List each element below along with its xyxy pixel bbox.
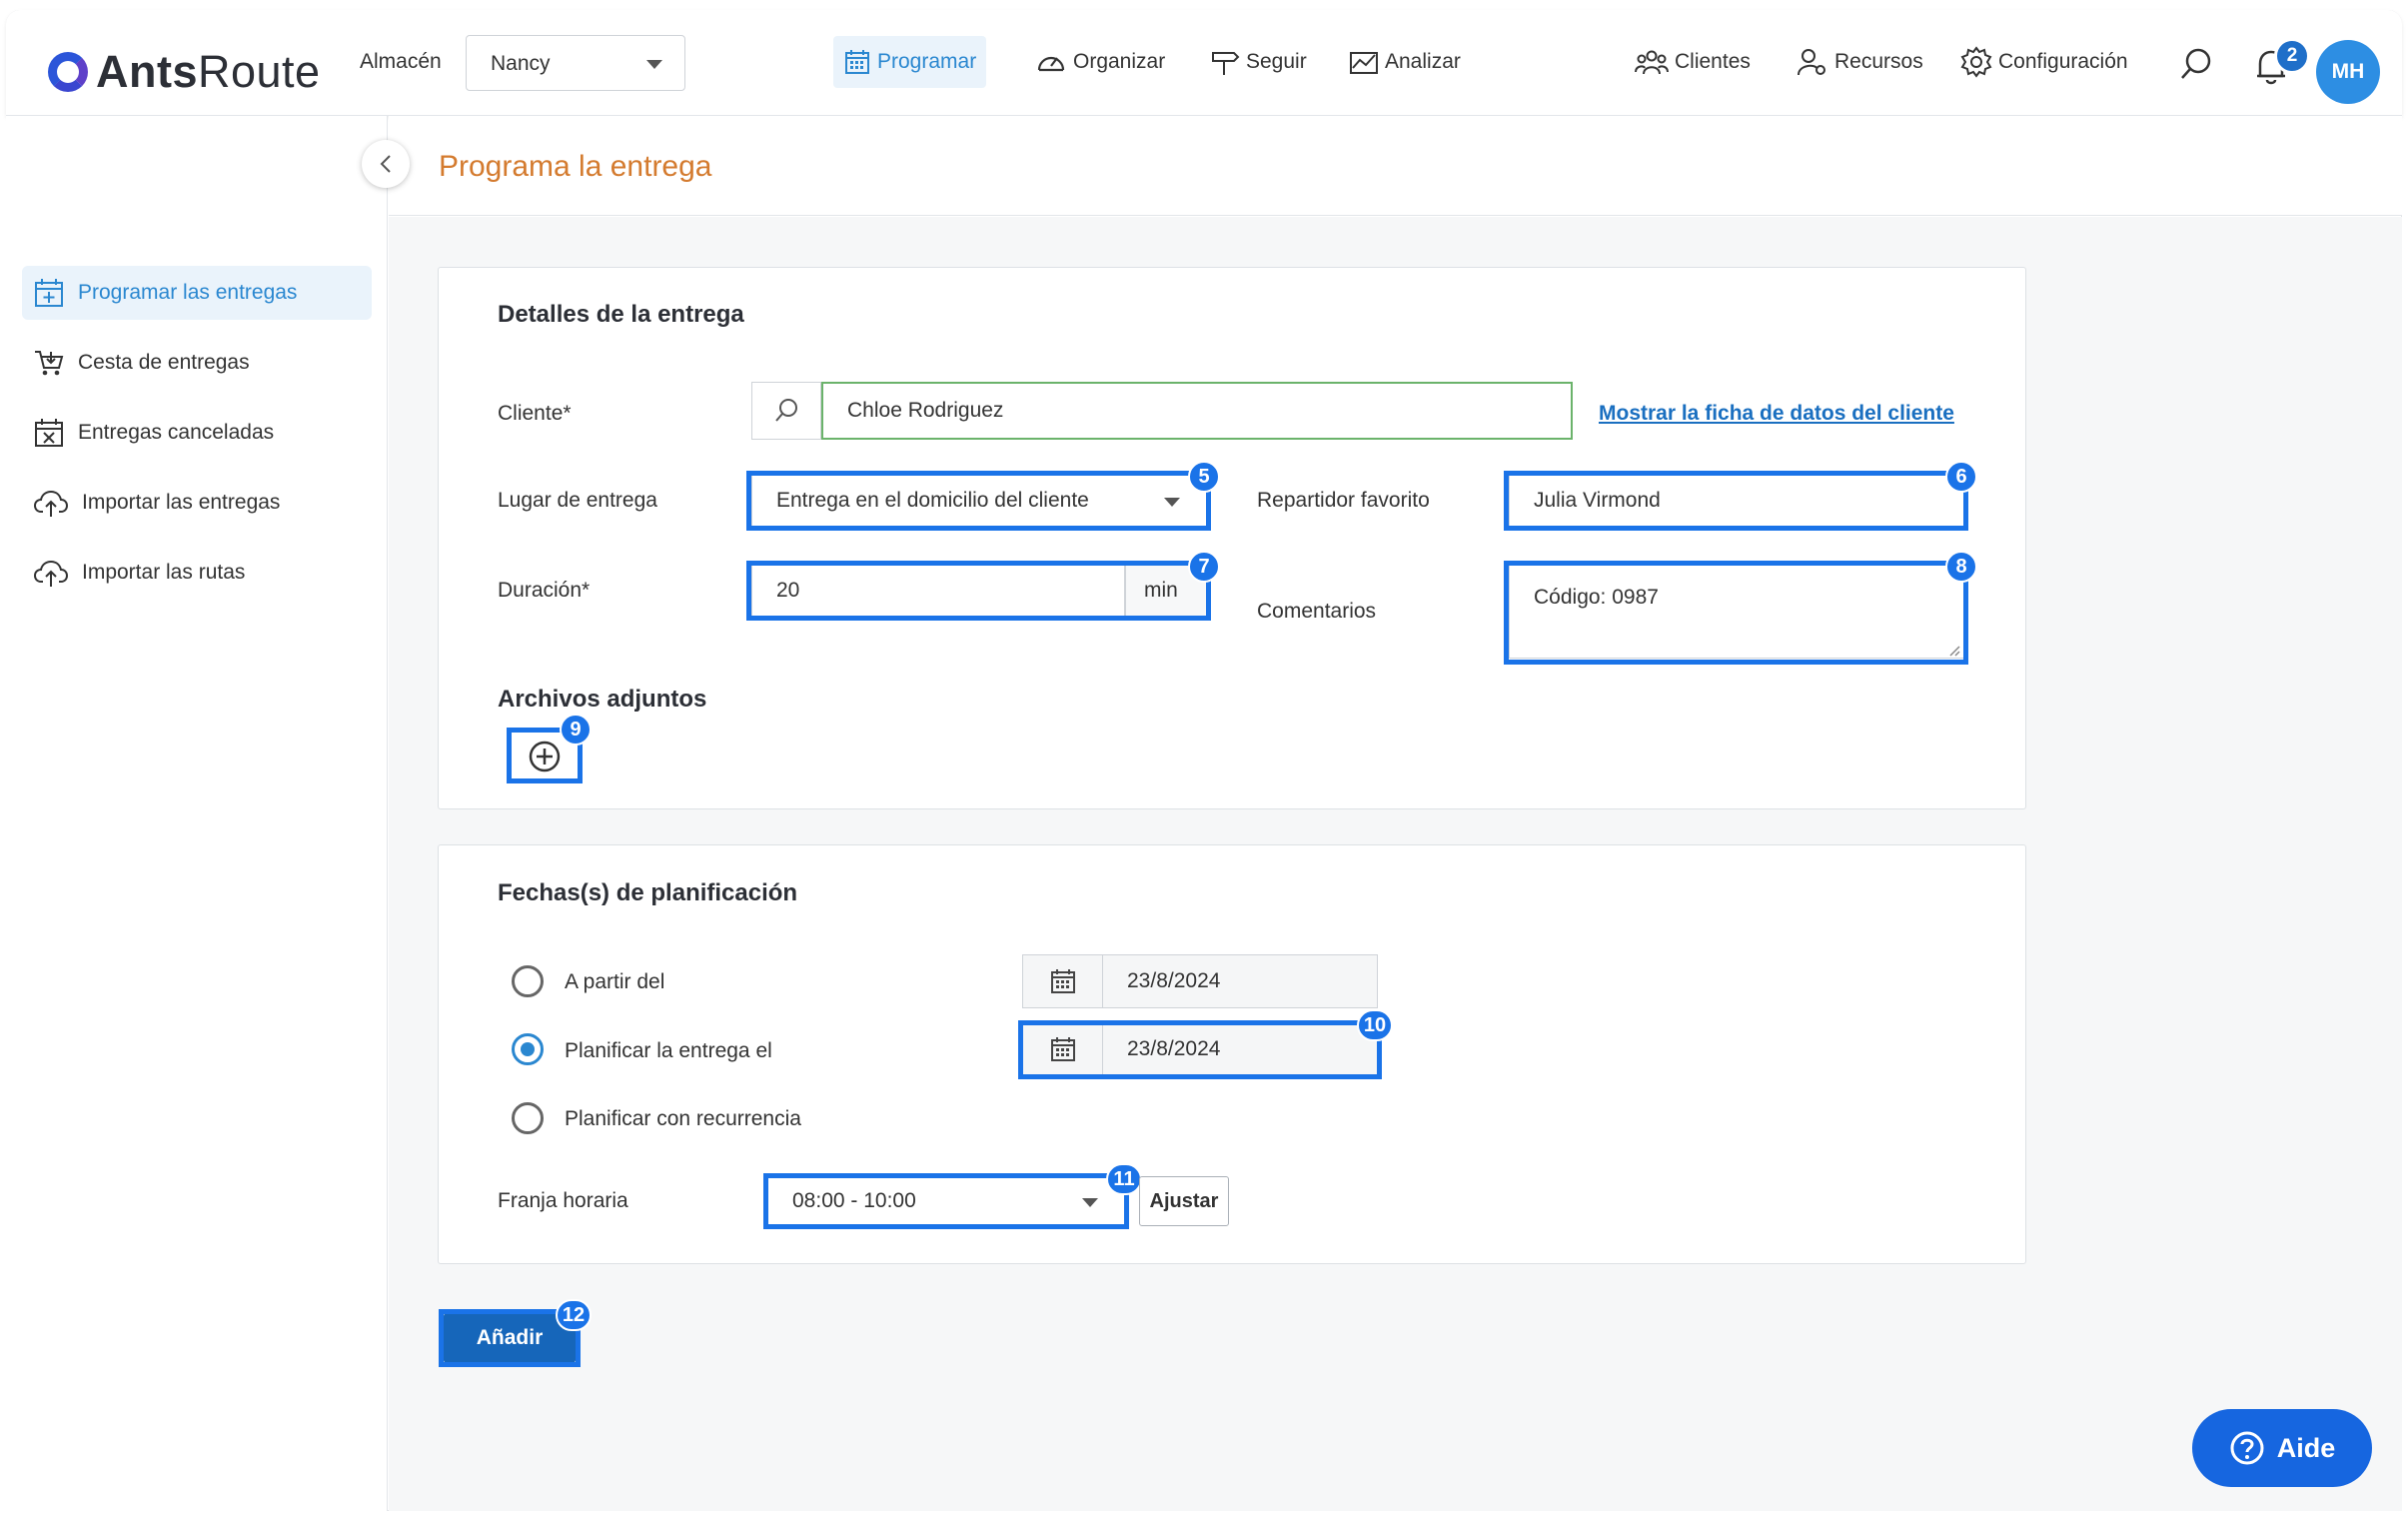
sidebar-item-label: Importar las entregas: [82, 491, 281, 514]
planning-dates-title: Fechas(s) de planificación: [498, 879, 798, 906]
nav-clientes-label: Clientes: [1675, 50, 1751, 73]
badge-7: 7: [1188, 551, 1220, 583]
adjust-button[interactable]: Ajustar: [1139, 1176, 1229, 1226]
delivery-details-card: [438, 267, 2026, 809]
badge-6: 6: [1945, 461, 1977, 493]
badge-12: 12: [556, 1299, 592, 1331]
search-icon: [775, 399, 797, 422]
sidebar-item-label: Entregas canceladas: [78, 421, 275, 444]
sidebar-item-label: Importar las rutas: [82, 561, 246, 584]
sidebar-item-importar-entregas[interactable]: Importar las entregas: [22, 476, 372, 530]
cloud-upload-icon: [34, 490, 68, 517]
sidebar-item-importar-rutas[interactable]: Importar las rutas: [22, 546, 372, 600]
nav-seguir[interactable]: Seguir: [1200, 36, 1317, 88]
content-header: Programa la entrega: [389, 116, 2402, 216]
search-button[interactable]: [2178, 46, 2214, 87]
sidebar-item-cesta-entregas[interactable]: Cesta de entregas: [22, 336, 372, 390]
logo-text: AntsRoute: [96, 46, 321, 97]
chevron-down-icon: [646, 60, 662, 69]
nav-configuracion-label: Configuración: [1998, 50, 2128, 73]
help-button[interactable]: Aide: [2192, 1409, 2372, 1487]
client-sheet-link[interactable]: Mostrar la ficha de datos del cliente: [1599, 402, 1954, 426]
nav-organizar-label: Organizar: [1073, 50, 1166, 73]
client-input[interactable]: Chloe Rodriguez: [821, 382, 1573, 440]
badge-10: 10: [1357, 1009, 1393, 1041]
highlight-10: [1018, 1020, 1382, 1079]
start-date-value: 23/8/2024: [1127, 969, 1221, 992]
page-title: Programa la entrega: [439, 150, 712, 183]
badge-11: 11: [1106, 1163, 1142, 1195]
delivery-place-label: Lugar de entrega: [498, 489, 657, 512]
nav-programar[interactable]: Programar: [833, 36, 987, 88]
duration-label: Duración*: [498, 579, 591, 602]
user-gear-icon: [1798, 49, 1825, 76]
nav-recursos-label: Recursos: [1834, 50, 1923, 73]
highlight-7: [746, 561, 1211, 621]
gear-icon: [1960, 46, 1992, 78]
option-planificar-entrega-label: Planificar la entrega el: [565, 1039, 772, 1062]
nav-configuracion[interactable]: Configuración: [1950, 36, 2138, 88]
nav-organizar[interactable]: Organizar: [1025, 36, 1175, 88]
nav-recursos[interactable]: Recursos: [1787, 36, 1933, 88]
nav-clientes[interactable]: Clientes: [1625, 36, 1761, 88]
notification-count-badge: 2: [2274, 38, 2310, 74]
highlight-8: [1504, 561, 1968, 665]
calendar-icon: [1050, 969, 1075, 993]
sidebar-item-programar-entregas[interactable]: Programar las entregas: [22, 266, 372, 320]
collapse-sidebar-button[interactable]: [362, 140, 410, 188]
cloud-upload-icon: [34, 560, 68, 587]
attachments-title: Archivos adjuntos: [498, 686, 707, 713]
badge-9: 9: [560, 714, 592, 746]
nav-programar-label: Programar: [877, 50, 977, 73]
nav-seguir-label: Seguir: [1246, 50, 1307, 73]
radio-planificar-recurrencia[interactable]: [512, 1102, 544, 1134]
warehouse-select[interactable]: Nancy: [466, 35, 685, 91]
logo-icon: [48, 52, 88, 92]
nav-analizar-label: Analizar: [1385, 50, 1461, 73]
option-a-partir-del-label: A partir del: [565, 970, 665, 993]
sidebar-item-entregas-canceladas[interactable]: Entregas canceladas: [22, 406, 372, 460]
sidebar-item-label: Programar las entregas: [78, 281, 298, 304]
client-label: Cliente*: [498, 402, 572, 425]
client-search-button[interactable]: [751, 382, 821, 440]
delivery-details-title: Detalles de la entrega: [498, 301, 744, 328]
comments-label: Comentarios: [1257, 600, 1377, 623]
calendar-x-icon: [35, 419, 63, 447]
warehouse-label: Almacén: [360, 50, 442, 73]
warehouse-value: Nancy: [491, 52, 551, 75]
radio-a-partir-del[interactable]: [512, 965, 544, 997]
chart-line-icon: [1350, 52, 1378, 74]
sidebar-item-label: Cesta de entregas: [78, 351, 250, 374]
cart-icon: [35, 351, 64, 376]
highlight-6: [1504, 471, 1968, 531]
search-icon: [2181, 48, 2211, 79]
option-recurrencia-label: Planificar con recurrencia: [565, 1107, 801, 1130]
nav-analizar[interactable]: Analizar: [1339, 36, 1471, 88]
top-bar: AntsRoute Almacén Nancy Programar Organi…: [6, 10, 2402, 116]
calendar-icon: [845, 50, 869, 74]
sidebar: Programar las entregas Cesta de entregas…: [6, 116, 388, 1511]
highlight-5: [746, 471, 1211, 531]
timeslot-label: Franja horaria: [498, 1189, 628, 1212]
users-icon: [1635, 50, 1669, 75]
avatar[interactable]: MH: [2316, 40, 2380, 104]
highlight-11: [763, 1173, 1129, 1229]
speedometer-icon: [1037, 56, 1065, 72]
favorite-driver-label: Repartidor favorito: [1257, 489, 1430, 512]
help-label: Aide: [2276, 1432, 2336, 1463]
badge-5: 5: [1188, 461, 1220, 493]
chevron-left-icon: [380, 155, 391, 173]
date-picker-button[interactable]: [1023, 955, 1103, 1007]
calendar-plus-icon: [35, 279, 63, 307]
radio-planificar-entrega-el[interactable]: [512, 1033, 544, 1065]
signpost-icon: [1212, 52, 1240, 75]
start-date-field[interactable]: 23/8/2024: [1022, 954, 1378, 1008]
badge-8: 8: [1945, 551, 1977, 583]
question-circle-icon: [2230, 1431, 2264, 1465]
